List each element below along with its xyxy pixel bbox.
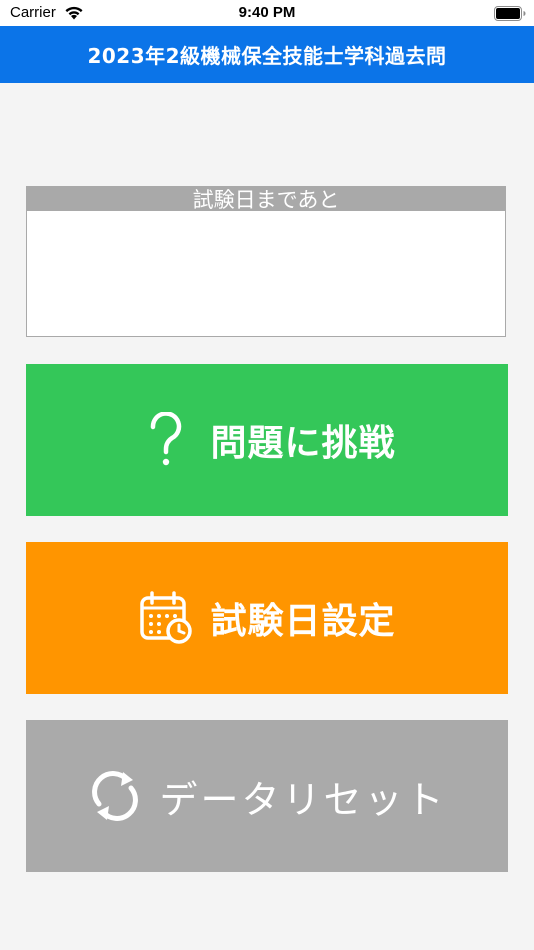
refresh-icon xyxy=(87,768,143,824)
question-mark-icon xyxy=(138,412,194,468)
countdown-header: 試験日まであと xyxy=(27,187,505,211)
countdown-value xyxy=(27,211,505,336)
battery-icon xyxy=(494,6,526,21)
status-time: 9:40 PM xyxy=(238,4,296,21)
countdown-panel: 試験日まであと xyxy=(26,186,506,337)
nav-title: 2023年2級機械保全技能士学科過去問 xyxy=(87,44,447,68)
data-reset-button-label: データリセット xyxy=(159,777,447,822)
challenge-button-label: 問題に挑戦 xyxy=(210,423,396,464)
challenge-button[interactable]: 問題に挑戦 xyxy=(26,364,508,516)
exam-date-button[interactable]: 試験日設定 xyxy=(26,542,508,694)
data-reset-button[interactable]: データリセット xyxy=(26,720,508,872)
exam-date-button-label: 試験日設定 xyxy=(210,601,396,642)
navigation-bar: 2023年2級機械保全技能士学科過去問 xyxy=(0,26,534,83)
status-bar: Carrier 9:40 PM xyxy=(0,0,534,26)
calendar-clock-icon xyxy=(138,590,194,646)
